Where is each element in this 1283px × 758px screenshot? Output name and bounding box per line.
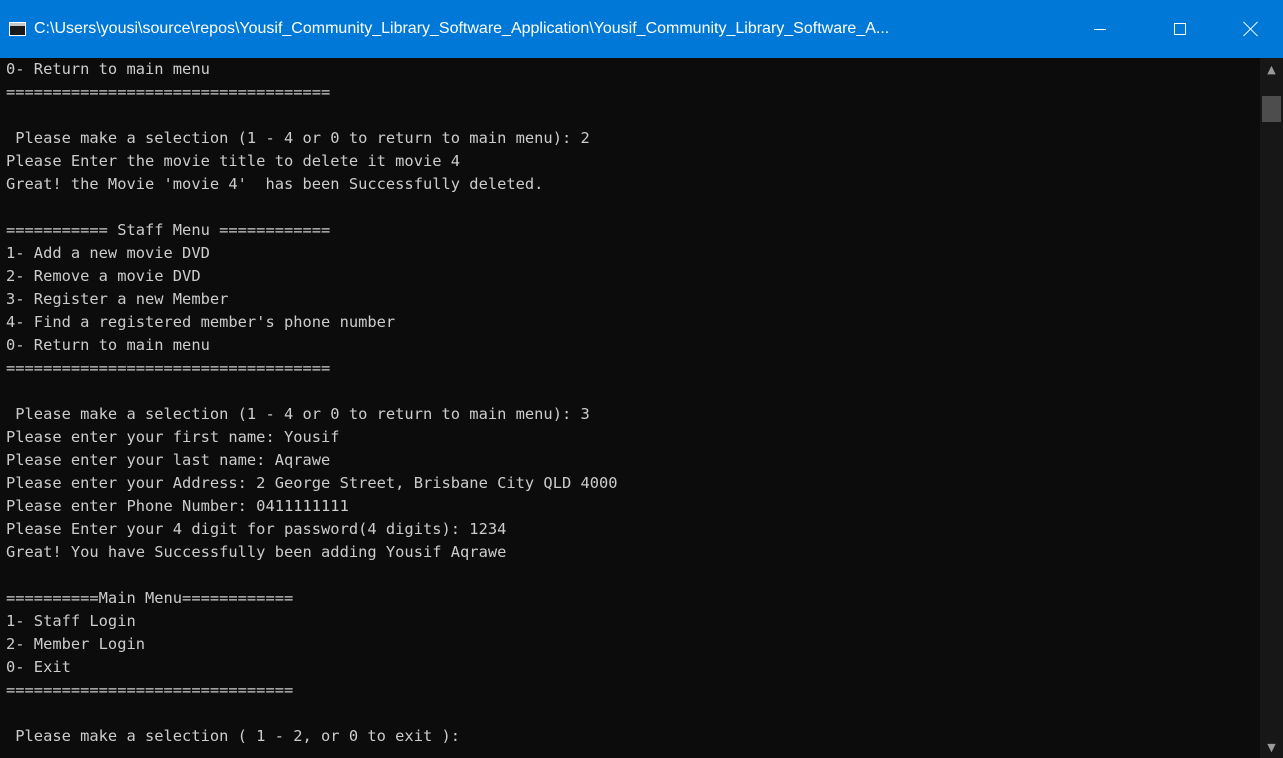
console-line: =================================== — [6, 83, 331, 101]
console-line: 2- Remove a movie DVD — [6, 267, 201, 285]
console-line: Please enter your last name: Aqrawe — [6, 451, 331, 469]
console-line: Please enter your Address: 2 George Stre… — [6, 474, 618, 492]
console-app-icon[interactable] — [9, 22, 26, 36]
console-line: Please make a selection ( 1 - 2, or 0 to… — [6, 727, 461, 745]
minimize-button[interactable] — [1068, 0, 1132, 58]
console-line: =========== Staff Menu ============ — [6, 221, 331, 239]
close-icon — [1243, 21, 1259, 37]
console-line: 1- Staff Login — [6, 612, 136, 630]
console-line: 0- Return to main menu — [6, 60, 210, 78]
vertical-scrollbar[interactable]: ▲ ▼ — [1260, 58, 1283, 758]
console-line: 0- Exit — [6, 658, 71, 676]
window-title: C:\Users\yousi\source\repos\Yousif_Commu… — [34, 20, 890, 37]
console-line: Great! You have Successfully been adding… — [6, 543, 507, 561]
console-line: Please enter Phone Number: 0411111111 — [6, 497, 349, 515]
console-line: Please Enter the movie title to delete i… — [6, 152, 461, 170]
maximize-icon — [1174, 23, 1186, 35]
console-line: 0- Return to main menu — [6, 336, 210, 354]
console-line: 4- Find a registered member's phone numb… — [6, 313, 396, 331]
scroll-down-arrow-icon[interactable]: ▼ — [1260, 738, 1283, 758]
scrollbar-thumb[interactable] — [1262, 96, 1281, 122]
console-line: 1- Add a new movie DVD — [6, 244, 210, 262]
console-line: Great! the Movie 'movie 4' has been Succ… — [6, 175, 544, 193]
console-line: =============================== — [6, 681, 294, 699]
console-window: C:\Users\yousi\source\repos\Yousif_Commu… — [0, 0, 1283, 758]
console-line: Please make a selection (1 - 4 or 0 to r… — [6, 129, 590, 147]
scroll-up-arrow-icon[interactable]: ▲ — [1260, 60, 1283, 80]
minimize-icon — [1094, 28, 1106, 30]
console-line: 3- Register a new Member — [6, 290, 229, 308]
close-button[interactable] — [1219, 0, 1283, 58]
maximize-button[interactable] — [1148, 0, 1212, 58]
console-line: 2- Member Login — [6, 635, 145, 653]
console-line: Please make a selection (1 - 4 or 0 to r… — [6, 405, 590, 423]
title-bar[interactable]: C:\Users\yousi\source\repos\Yousif_Commu… — [0, 0, 1283, 58]
console-line: Please Enter your 4 digit for password(4… — [6, 520, 507, 538]
console-line: =================================== — [6, 359, 331, 377]
console-line: ==========Main Menu============ — [6, 589, 294, 607]
console-output[interactable]: 0- Return to main menu =================… — [0, 58, 1260, 758]
console-line: Please enter your first name: Yousif — [6, 428, 340, 446]
